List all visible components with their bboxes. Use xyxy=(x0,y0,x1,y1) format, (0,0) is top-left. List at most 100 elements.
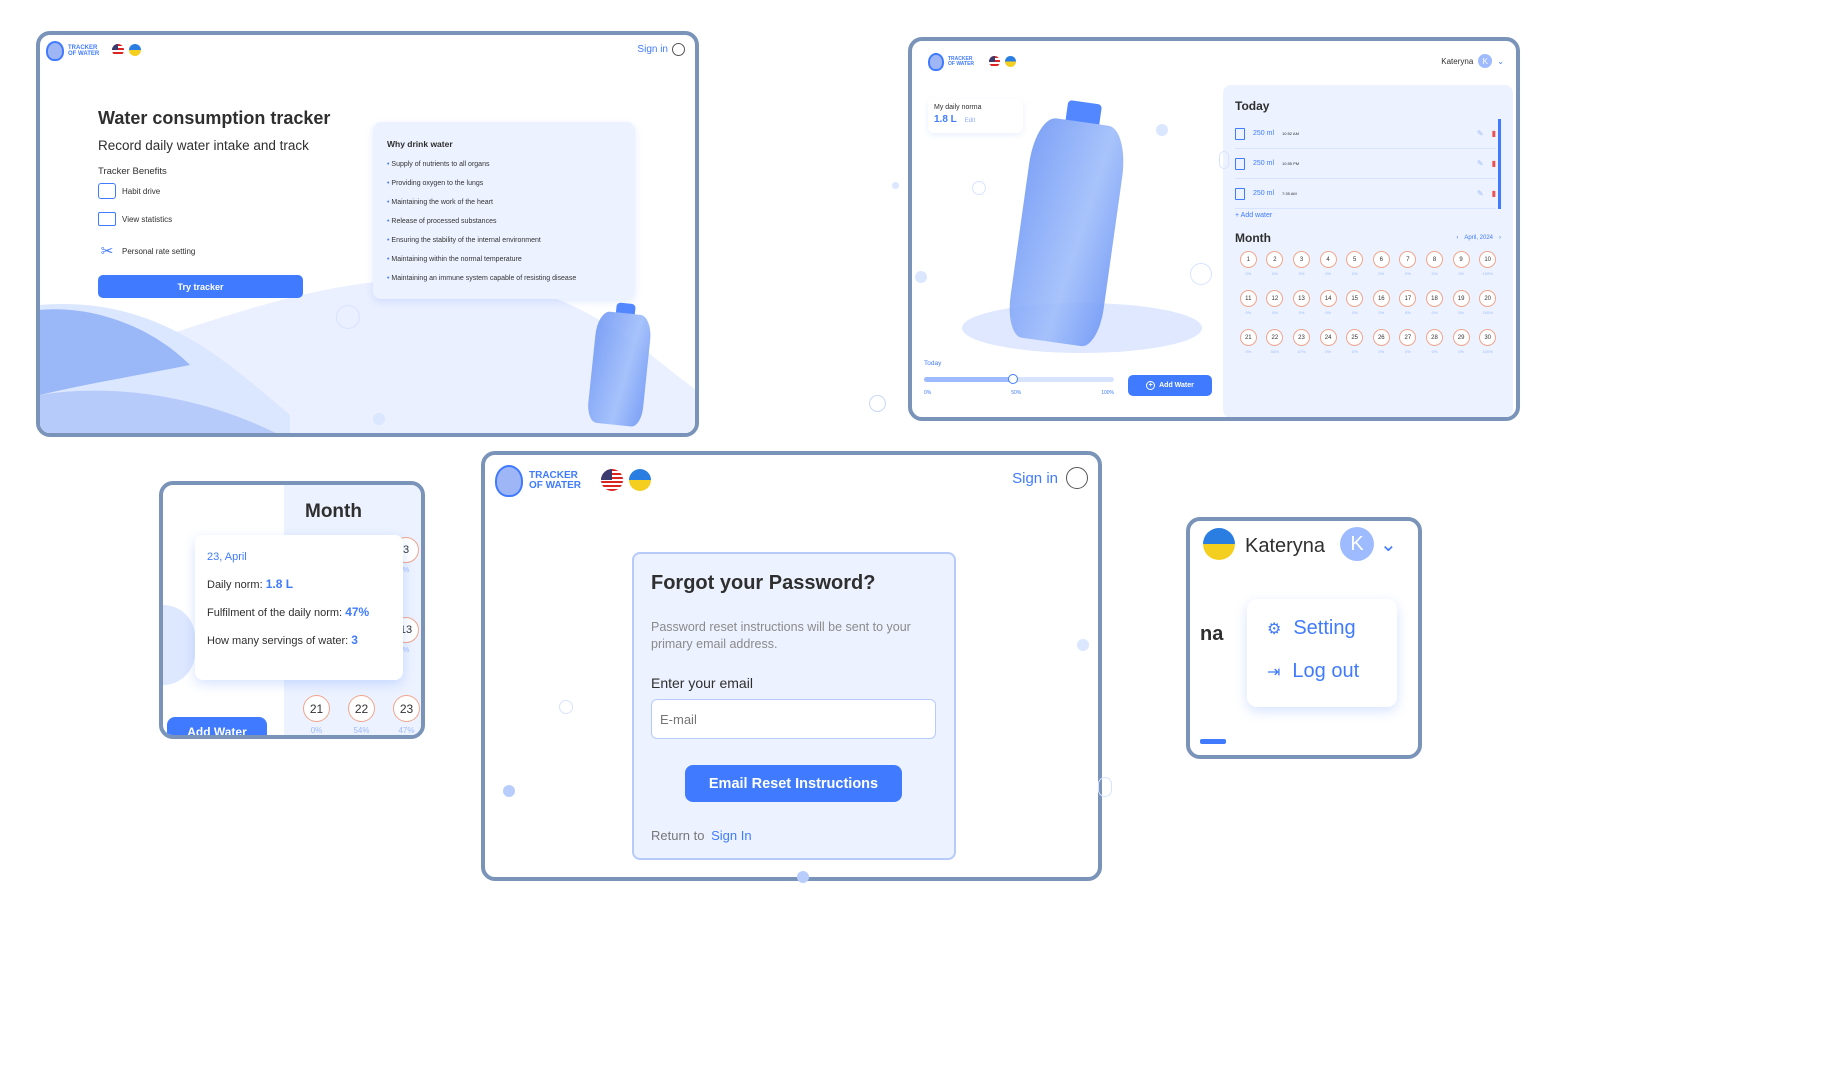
day-number: 1 xyxy=(1246,256,1250,263)
calendar-day-cell[interactable]: 20 100% xyxy=(1474,290,1501,315)
ua-flag-icon[interactable] xyxy=(1203,528,1235,560)
us-flag-icon[interactable] xyxy=(601,469,623,491)
drop-mascot-icon xyxy=(495,465,523,497)
calendar-day-cell[interactable]: 15 0% xyxy=(1341,290,1368,315)
calendar-day-cell[interactable]: 2 0% xyxy=(1262,251,1289,276)
day-percent: 0% xyxy=(1325,310,1331,315)
calendar-day-cell[interactable]: 23 47% xyxy=(1288,329,1315,354)
brand-logo[interactable]: TRACKER OF WATER xyxy=(928,53,974,71)
calendar-day-cell[interactable]: 27 0% xyxy=(1395,329,1422,354)
trash-icon[interactable]: ▮ xyxy=(1492,189,1496,198)
edit-norma-link[interactable]: Edit xyxy=(965,118,975,124)
calendar-day-cell[interactable]: 22 54% xyxy=(1262,329,1289,354)
add-water-button[interactable]: Add Water xyxy=(167,717,267,735)
calendar-day-cell[interactable]: 23 47% xyxy=(393,695,420,735)
edit-icon[interactable]: ✎ xyxy=(1477,159,1484,168)
sign-in-link[interactable]: Sign in xyxy=(1012,467,1088,489)
user-icon xyxy=(672,43,685,56)
servings-value: 3 xyxy=(351,633,358,647)
today-title: Today xyxy=(1235,99,1270,113)
glass-icon xyxy=(1235,127,1245,140)
calendar-day-cell[interactable]: 16 0% xyxy=(1368,290,1395,315)
day-percent: 100% xyxy=(1482,349,1493,354)
day-number: 26 xyxy=(1377,334,1385,341)
calendar-day-cell[interactable]: 1 0% xyxy=(1235,251,1262,276)
return-sign-in-link[interactable]: Sign In xyxy=(711,828,751,843)
user-menu-trigger[interactable]: Kateryna K ⌄ xyxy=(1441,54,1504,68)
sign-in-link[interactable]: Sign in xyxy=(637,43,685,56)
chevron-right-icon[interactable]: › xyxy=(1499,235,1501,241)
calendar-day: 13 xyxy=(1292,290,1310,307)
us-flag-icon[interactable] xyxy=(112,44,124,56)
calendar-day-cell[interactable]: 5 0% xyxy=(1341,251,1368,276)
chevron-down-icon[interactable]: ⌄ xyxy=(1380,532,1397,557)
norm-label: Daily norm: xyxy=(207,579,263,591)
blue-stroke xyxy=(1200,739,1226,744)
calendar-day-cell[interactable]: 24 0% xyxy=(1315,329,1342,354)
calendar-day-cell[interactable]: 14 0% xyxy=(1315,290,1342,315)
calendar-day-cell[interactable]: 9 0% xyxy=(1448,251,1475,276)
ua-flag-icon[interactable] xyxy=(1005,56,1016,67)
email-reset-button[interactable]: Email Reset Instructions xyxy=(685,765,902,802)
avatar: K xyxy=(1478,54,1493,68)
calendar-day: 22 xyxy=(1266,329,1284,346)
day-number: 10 xyxy=(1484,256,1492,263)
trash-icon[interactable]: ▮ xyxy=(1492,159,1496,168)
calendar-day: 2 xyxy=(1266,251,1284,268)
add-water-link-label: Add water xyxy=(1240,212,1273,219)
month-calendar: 1 0% 2 0% 3 0% 4 0% 5 0% 6 0% 7 0% 8 0% 9 0% 10 100% 11 0% 12 0… xyxy=(1235,251,1501,354)
ua-flag-icon[interactable] xyxy=(129,44,141,56)
brand-logo[interactable]: TRACKER OF WATER xyxy=(46,41,99,61)
calendar-day-cell[interactable]: 17 0% xyxy=(1395,290,1422,315)
progress-thumb[interactable] xyxy=(1008,374,1019,384)
calendar-day-cell[interactable]: 25 0% xyxy=(1341,329,1368,354)
calendar-day-cell[interactable]: 11 0% xyxy=(1235,290,1262,315)
bubble xyxy=(559,700,573,714)
calendar-day-cell[interactable]: 8 0% xyxy=(1421,251,1448,276)
calendar-day-cell[interactable]: 19 0% xyxy=(1448,290,1475,315)
calendar-icon xyxy=(98,183,116,199)
today-entries: 250 ml 10:52 AM ✎ ▮ 250 ml 10:55 PM ✎ ▮ 250 ml 7:… xyxy=(1235,119,1501,209)
us-flag-icon[interactable] xyxy=(989,56,1000,67)
brand-line2: OF WATER xyxy=(68,51,100,57)
calendar-day-cell[interactable]: 26 0% xyxy=(1368,329,1395,354)
calendar-day-cell[interactable]: 10 100% xyxy=(1474,251,1501,276)
avatar[interactable]: K xyxy=(1340,527,1374,561)
partial-text: na xyxy=(1200,623,1224,645)
logout-menu-item[interactable]: ⇥ Log out xyxy=(1267,660,1377,683)
why-list-item: • Release of processed substances xyxy=(387,218,497,225)
logout-icon: ⇥ xyxy=(1267,663,1281,681)
calendar-day-cell[interactable]: 6 0% xyxy=(1368,251,1395,276)
calendar-day-cell[interactable]: 22 54% xyxy=(348,695,375,735)
brand-logo[interactable]: TRACKER OF WATER xyxy=(495,465,581,497)
benefit-label: View statistics xyxy=(122,214,173,224)
calendar-day-cell[interactable]: 29 0% xyxy=(1448,329,1475,354)
try-tracker-button[interactable]: Try tracker xyxy=(98,275,303,298)
edit-icon[interactable]: ✎ xyxy=(1477,129,1484,138)
calendar-day-cell[interactable]: 21 0% xyxy=(1235,329,1262,354)
calendar-day-cell[interactable]: 28 0% xyxy=(1421,329,1448,354)
entry-time: 10:52 AM xyxy=(1282,131,1299,136)
trash-icon[interactable]: ▮ xyxy=(1492,129,1496,138)
calendar-day-cell[interactable]: 18 0% xyxy=(1421,290,1448,315)
ua-flag-icon[interactable] xyxy=(629,469,651,491)
benefit-label: Habit drive xyxy=(122,186,161,196)
setting-menu-item[interactable]: ⚙ Setting xyxy=(1267,617,1377,640)
calendar-day-cell[interactable]: 13 0% xyxy=(1288,290,1315,315)
calendar-day-cell[interactable]: 7 0% xyxy=(1395,251,1422,276)
calendar-day-cell[interactable]: 30 100% xyxy=(1474,329,1501,354)
form-description: Password reset instructions will be sent… xyxy=(651,620,911,651)
calendar-day-cell[interactable]: 4 0% xyxy=(1315,251,1342,276)
day-percent: 47% xyxy=(398,726,415,735)
day-number: 17 xyxy=(1404,295,1412,302)
servings-label: How many servings of water: xyxy=(207,635,349,647)
calendar-day-cell[interactable]: 12 0% xyxy=(1262,290,1289,315)
chevron-left-icon[interactable]: ‹ xyxy=(1456,235,1458,241)
glass-icon xyxy=(1235,187,1245,200)
calendar-day-cell[interactable]: 3 0% xyxy=(1288,251,1315,276)
calendar-day-cell[interactable]: 21 0% xyxy=(303,695,330,735)
email-input[interactable] xyxy=(651,699,936,739)
add-water-link[interactable]: + Add water xyxy=(1235,212,1501,219)
edit-icon[interactable]: ✎ xyxy=(1477,189,1484,198)
add-water-button[interactable]: + Add Water xyxy=(1128,375,1212,396)
